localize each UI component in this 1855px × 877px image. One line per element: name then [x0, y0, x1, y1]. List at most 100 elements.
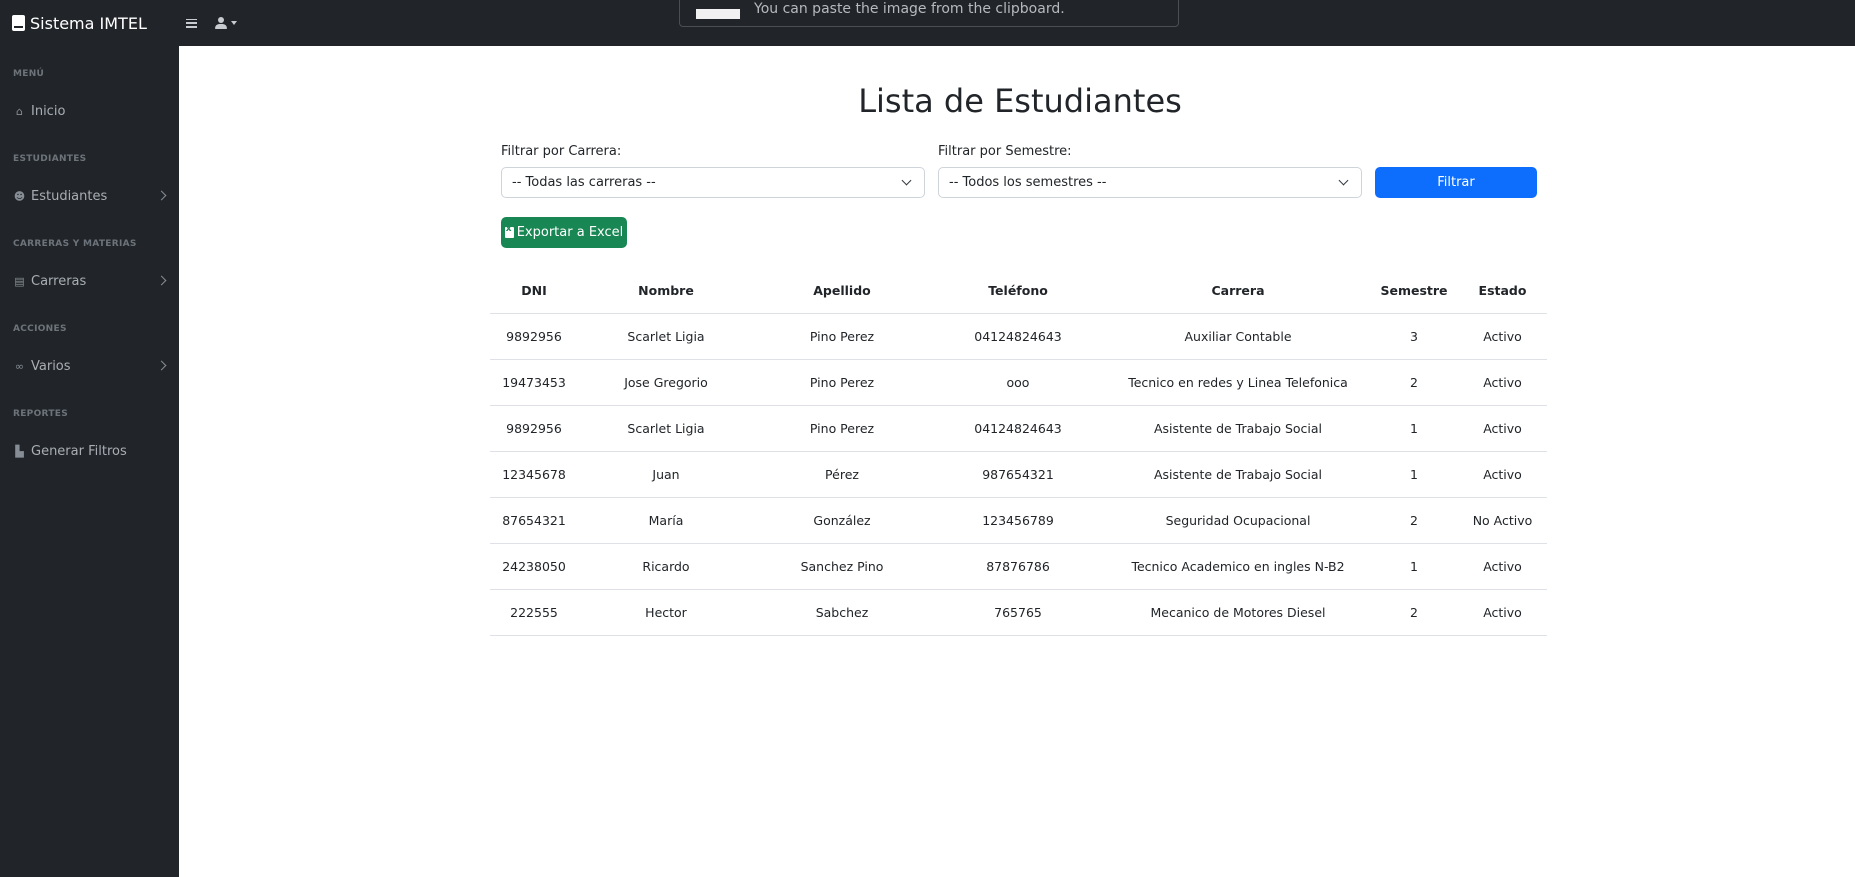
sidebar-item-inicio[interactable]: ⌂ Inicio [0, 99, 179, 123]
sidebar-heading-estudiantes: ESTUDIANTES [13, 154, 87, 164]
sidebar-item-generar-filtros[interactable]: ▙ Generar Filtros [0, 439, 179, 463]
cell-apellido: Pérez [754, 451, 930, 498]
carrera-select[interactable]: -- Todas las carreras -- [501, 167, 925, 198]
cell-nombre: Hector [578, 589, 754, 636]
chevron-right-icon [156, 360, 167, 371]
page-title: Lista de Estudiantes [858, 82, 1182, 120]
cell-telefono: 04124824643 [930, 405, 1106, 452]
semestre-filter-label: Filtrar por Semestre: [938, 144, 1072, 159]
cell-estado: Activo [1458, 359, 1547, 406]
cell-telefono: ooo [930, 359, 1106, 406]
sidebar-item-estudiantes[interactable]: ☻ Estudiantes [0, 184, 179, 208]
cell-apellido: Pino Perez [754, 359, 930, 406]
cell-nombre: Juan [578, 451, 754, 498]
column-header-dni[interactable]: DNI [490, 269, 578, 314]
students-table: DNI Nombre Apellido Teléfono Carrera Sem… [490, 269, 1547, 636]
sidebar-heading-carreras: CARRERAS Y MATERIAS [13, 239, 137, 249]
chevron-right-icon [156, 275, 167, 286]
excel-file-icon [504, 224, 514, 238]
table-row: 9892956 Scarlet Ligia Pino Perez 0412482… [490, 405, 1547, 452]
cell-dni: 19473453 [490, 359, 578, 406]
cell-carrera: Asistente de Trabajo Social [1106, 451, 1370, 498]
cell-carrera: Tecnico en redes y Linea Telefonica [1106, 359, 1370, 406]
cell-estado: Activo [1458, 313, 1547, 360]
export-excel-label: Exportar a Excel [516, 225, 624, 240]
sidebar-item-carreras[interactable]: ▤ Carreras [0, 269, 179, 293]
cell-nombre: María [578, 497, 754, 544]
cell-apellido: González [754, 497, 930, 544]
cell-dni: 222555 [490, 589, 578, 636]
cell-dni: 87654321 [490, 497, 578, 544]
cell-semestre: 2 [1370, 497, 1458, 544]
cell-estado: Activo [1458, 589, 1547, 636]
column-header-telefono[interactable]: Teléfono [930, 269, 1106, 314]
book-icon [12, 15, 25, 31]
users-icon: ☻ [13, 189, 26, 203]
cell-telefono: 765765 [930, 589, 1106, 636]
cell-telefono: 87876786 [930, 543, 1106, 590]
table-row: 87654321 María González 123456789 Seguri… [490, 497, 1547, 544]
brand[interactable]: Sistema IMTEL [0, 14, 180, 33]
link-icon: ∞ [14, 359, 25, 373]
sidebar-heading-menu: MENÚ [13, 69, 45, 79]
table-row: 222555 Hector Sabchez 765765 Mecanico de… [490, 589, 1547, 636]
cell-semestre: 2 [1370, 359, 1458, 406]
caret-down-icon [231, 21, 237, 25]
carrera-filter-label: Filtrar por Carrera: [501, 144, 622, 159]
column-header-estado[interactable]: Estado [1458, 269, 1547, 314]
cell-telefono: 04124824643 [930, 313, 1106, 360]
semestre-select[interactable]: -- Todos los semestres -- [938, 167, 1362, 198]
user-icon [215, 17, 227, 29]
sidebar-item-label: Estudiantes [31, 188, 108, 204]
chevron-down-icon [1338, 175, 1349, 186]
user-dropdown[interactable] [215, 17, 237, 29]
export-excel-button[interactable]: Exportar a Excel [501, 217, 627, 248]
cell-estado: No Activo [1458, 497, 1547, 544]
chevron-right-icon [156, 190, 167, 201]
cell-apellido: Sabchez [754, 589, 930, 636]
notification-text: You can paste the image from the clipboa… [754, 1, 1065, 17]
column-header-carrera[interactable]: Carrera [1106, 269, 1370, 314]
menu-toggle-icon[interactable] [186, 18, 197, 28]
cell-carrera: Asistente de Trabajo Social [1106, 405, 1370, 452]
cell-carrera: Tecnico Academico en ingles N-B2 [1106, 543, 1370, 590]
cell-telefono: 987654321 [930, 451, 1106, 498]
cell-estado: Activo [1458, 543, 1547, 590]
column-header-semestre[interactable]: Semestre [1370, 269, 1458, 314]
cell-nombre: Scarlet Ligia [578, 313, 754, 360]
home-icon: ⌂ [16, 104, 23, 118]
table-row: 19473453 Jose Gregorio Pino Perez ooo Te… [490, 359, 1547, 406]
cell-semestre: 1 [1370, 451, 1458, 498]
cell-dni: 9892956 [490, 405, 578, 452]
paste-notification: You can paste the image from the clipboa… [679, 0, 1179, 27]
filter-button[interactable]: Filtrar [1375, 167, 1537, 198]
cell-telefono: 123456789 [930, 497, 1106, 544]
cell-estado: Activo [1458, 405, 1547, 452]
chevron-down-icon [901, 175, 912, 186]
sidebar-heading-acciones: ACCIONES [13, 324, 67, 334]
cell-semestre: 2 [1370, 589, 1458, 636]
sidebar-item-label: Varios [31, 358, 71, 374]
sidebar-heading-reportes: REPORTES [13, 409, 69, 419]
semestre-select-value: -- Todos los semestres -- [949, 175, 1107, 190]
column-header-nombre[interactable]: Nombre [578, 269, 754, 314]
cell-nombre: Jose Gregorio [578, 359, 754, 406]
cell-dni: 12345678 [490, 451, 578, 498]
table-row: 24238050 Ricardo Sanchez Pino 87876786 T… [490, 543, 1547, 590]
column-header-apellido[interactable]: Apellido [754, 269, 930, 314]
sidebar-item-label: Generar Filtros [31, 443, 127, 459]
sidebar-item-label: Inicio [31, 103, 66, 119]
cell-estado: Activo [1458, 451, 1547, 498]
cell-dni: 9892956 [490, 313, 578, 360]
sidebar-item-varios[interactable]: ∞ Varios [0, 354, 179, 378]
cell-nombre: Scarlet Ligia [578, 405, 754, 452]
image-thumbnail [696, 9, 740, 19]
cell-carrera: Mecanico de Motores Diesel [1106, 589, 1370, 636]
cell-apellido: Pino Perez [754, 405, 930, 452]
cell-carrera: Auxiliar Contable [1106, 313, 1370, 360]
table-row: 12345678 Juan Pérez 987654321 Asistente … [490, 451, 1547, 498]
cell-semestre: 1 [1370, 543, 1458, 590]
cell-carrera: Seguridad Ocupacional [1106, 497, 1370, 544]
cell-apellido: Pino Perez [754, 313, 930, 360]
cell-dni: 24238050 [490, 543, 578, 590]
